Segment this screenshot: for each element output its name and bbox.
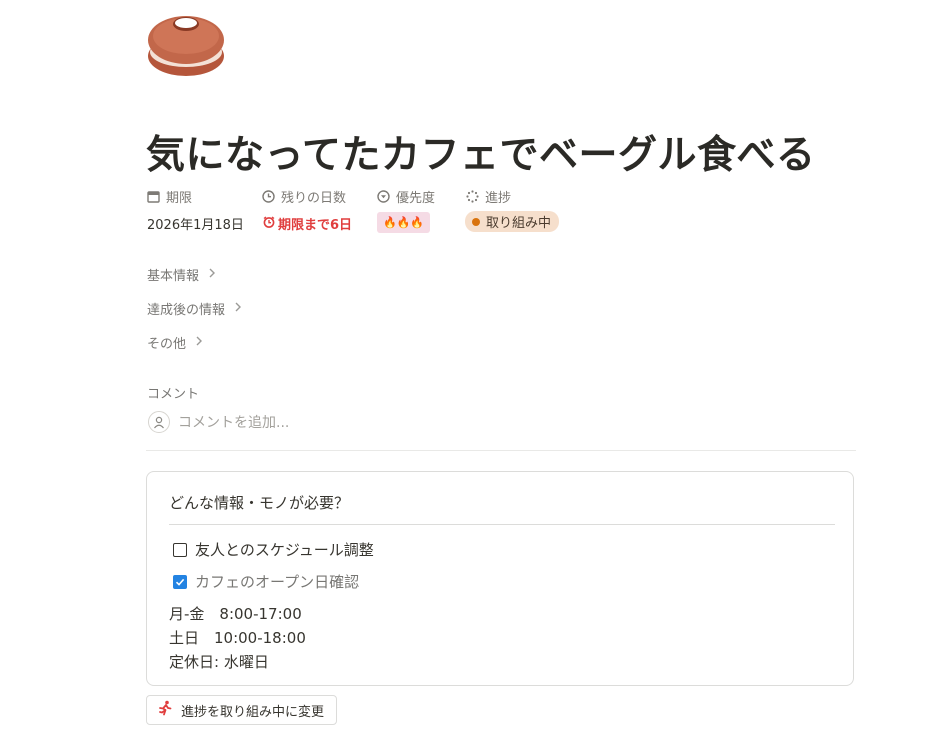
hours-weekday[interactable]: 月-金 8:00-17:00 bbox=[169, 603, 302, 624]
progress-icon bbox=[466, 190, 479, 203]
alarm-clock-icon bbox=[263, 215, 275, 232]
property-label-days-left[interactable]: 残りの日数 bbox=[262, 187, 346, 206]
toggle-other[interactable]: その他 bbox=[147, 333, 203, 352]
clock-icon bbox=[262, 190, 275, 203]
priority-badge[interactable]: 🔥🔥🔥 bbox=[377, 212, 431, 233]
comments-heading: コメント bbox=[147, 387, 200, 402]
deadline-value[interactable]: 2026年1月18日 bbox=[147, 214, 244, 233]
page-title[interactable]: 気になってたカフェでベーグル食べる bbox=[146, 124, 816, 180]
check-icon bbox=[175, 578, 185, 586]
chevron-right-icon bbox=[195, 335, 203, 350]
status-badge[interactable]: 取り組み中 bbox=[465, 211, 560, 232]
toggle-after-achievement[interactable]: 達成後の情報 bbox=[147, 299, 242, 318]
days-left-value[interactable]: 期限まで6日 bbox=[263, 214, 352, 233]
chevron-right-icon bbox=[234, 301, 242, 316]
checkbox-checked[interactable] bbox=[173, 574, 187, 589]
divider bbox=[169, 524, 835, 525]
bagel-icon[interactable] bbox=[146, 12, 226, 78]
property-label-deadline[interactable]: 期限 bbox=[147, 187, 192, 206]
comment-input[interactable]: コメントを追加... bbox=[148, 411, 289, 433]
divider bbox=[146, 450, 856, 451]
change-progress-button[interactable]: 進捗を取り組み中に変更 bbox=[146, 695, 338, 725]
hours-weekend[interactable]: 土日 10:00-18:00 bbox=[169, 627, 306, 648]
toggle-basic-info[interactable]: 基本情報 bbox=[147, 265, 216, 284]
running-person-icon bbox=[157, 700, 173, 720]
chevron-right-icon bbox=[208, 267, 216, 282]
avatar bbox=[148, 411, 170, 433]
calendar-icon bbox=[147, 190, 160, 203]
closed-day[interactable]: 定休日: 水曜日 bbox=[169, 651, 269, 672]
property-label-progress[interactable]: 進捗 bbox=[466, 187, 511, 206]
callout-title[interactable]: どんな情報・モノが必要？ bbox=[169, 492, 349, 513]
comment-placeholder[interactable]: コメントを追加... bbox=[178, 412, 289, 432]
todo-item[interactable]: 友人とのスケジュール調整 bbox=[173, 539, 374, 560]
property-label-priority[interactable]: 優先度 bbox=[377, 187, 435, 206]
priority-icon bbox=[377, 190, 390, 203]
callout-block: どんな情報・モノが必要？ 友人とのスケジュール調整 カフェのオープン日確認 月-… bbox=[146, 471, 854, 686]
checkbox[interactable] bbox=[173, 542, 187, 557]
status-dot bbox=[472, 217, 480, 226]
todo-item[interactable]: カフェのオープン日確認 bbox=[173, 571, 359, 592]
